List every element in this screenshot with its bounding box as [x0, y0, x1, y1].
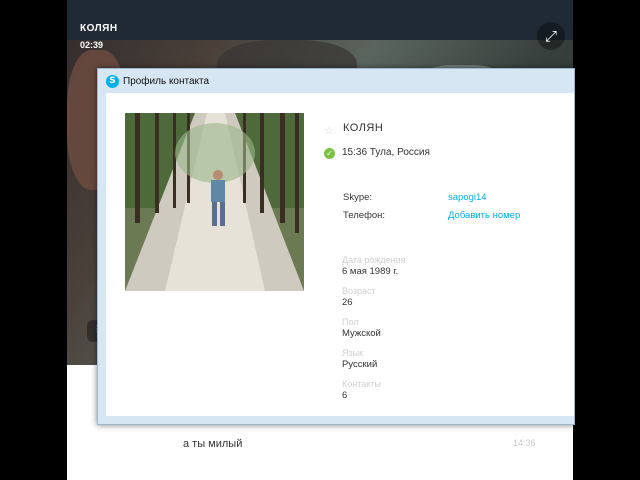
language-caption: Язык — [342, 348, 364, 358]
call-duration: 02:39 — [80, 40, 104, 50]
contacts-caption: Контакты — [342, 379, 381, 389]
profile-contact-name: КОЛЯН — [343, 122, 384, 134]
language-value: Русский — [342, 359, 378, 370]
add-phone-link[interactable]: Добавить номер — [448, 210, 520, 221]
gender-value: Мужской — [342, 328, 381, 339]
skype-value[interactable]: sapogi14 — [448, 192, 487, 203]
chat-message-time: 14:36 — [513, 438, 536, 448]
call-header — [67, 0, 573, 40]
gender-caption: Пол — [342, 317, 359, 327]
skype-icon: S — [106, 74, 119, 88]
birthday-value: 6 мая 1989 г. — [342, 266, 399, 277]
contact-location: 15:36 Тула, Россия — [342, 147, 430, 158]
expand-icon[interactable]: ⤢ — [537, 22, 565, 50]
call-contact-name: КОЛЯН — [80, 23, 118, 34]
dialog-titlebar[interactable]: S Профиль контакта — [98, 69, 574, 93]
skype-label: Skype: — [343, 192, 373, 203]
age-caption: Возраст — [342, 286, 376, 296]
contact-profile-dialog: S Профиль контакта ☆ КОЛЯН ✓ 15:36 Тула,… — [97, 68, 575, 425]
birthday-caption: Дата рождения — [342, 255, 406, 265]
contacts-value: 6 — [342, 390, 348, 401]
online-status-icon: ✓ — [324, 148, 335, 159]
chat-message: а ты милый — [183, 438, 243, 450]
favorite-star-icon[interactable]: ☆ — [324, 124, 334, 137]
contact-avatar — [125, 113, 304, 291]
dialog-content: ☆ КОЛЯН ✓ 15:36 Тула, Россия Skype: sapo… — [106, 93, 574, 416]
phone-label: Телефон: — [343, 210, 386, 221]
age-value: 26 — [342, 297, 353, 308]
dialog-title: Профиль контакта — [123, 75, 210, 87]
